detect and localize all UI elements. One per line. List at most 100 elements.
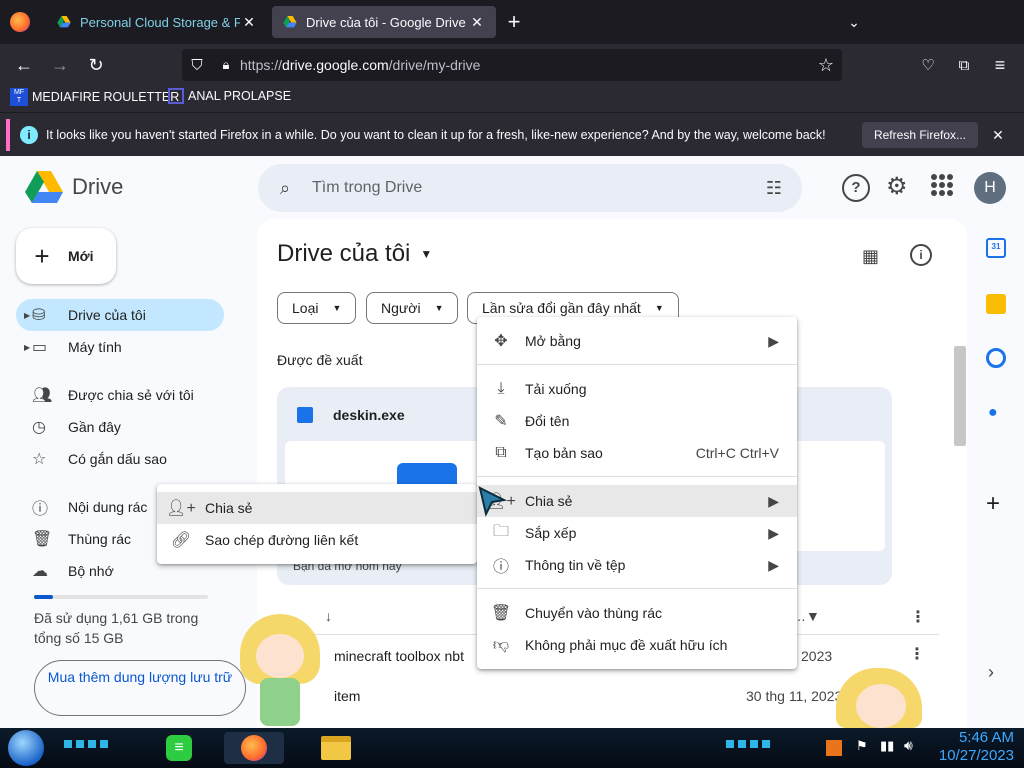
- firefox-menu-icon[interactable]: [10, 12, 30, 32]
- grid-view-icon[interactable]: ▦: [862, 246, 879, 267]
- tab-google-drive[interactable]: Drive của tôi - Google Drive ✕: [272, 6, 496, 38]
- forward-arrow-icon[interactable]: →: [44, 49, 76, 81]
- search-input[interactable]: Tìm trong Drive: [312, 179, 746, 197]
- tasks-icon[interactable]: [986, 348, 1006, 368]
- search-icon[interactable]: ⌕: [258, 178, 312, 199]
- submenu-arrow-icon: ▶: [768, 556, 779, 573]
- tray-app-icon[interactable]: [826, 740, 842, 756]
- apps-grid-icon[interactable]: [931, 174, 953, 196]
- drive-icon: ⛁: [32, 307, 46, 324]
- trash-icon: 🗑︎: [490, 605, 512, 622]
- menu-item-file-info[interactable]: ⓘ Thông tin về tệp ▶: [477, 549, 797, 581]
- buy-storage-button[interactable]: Mua thêm dung lượng lưu trữ: [34, 660, 246, 716]
- tab-title: Drive của tôi - Google Drive: [306, 14, 466, 30]
- help-icon[interactable]: ?: [842, 174, 870, 202]
- google-drive-icon: [283, 16, 297, 28]
- lock-icon[interactable]: 🔒︎: [212, 57, 240, 73]
- reload-icon[interactable]: ↻: [80, 49, 112, 81]
- avatar[interactable]: H: [974, 172, 1006, 204]
- menu-item-label: Mở bằng: [525, 333, 581, 349]
- more-options-icon[interactable]: ⋮: [910, 607, 926, 627]
- filter-people[interactable]: Người ▼: [366, 292, 459, 324]
- chevron-down-icon[interactable]: ⌄: [838, 6, 870, 38]
- sidebar-item-label: Máy tính: [68, 339, 122, 355]
- search-options-icon[interactable]: ☷: [746, 178, 802, 199]
- keep-icon[interactable]: [986, 294, 1006, 314]
- menu-item-share[interactable]: 👤︎+ Chia sẻ: [157, 492, 477, 524]
- sidebar-item-label: Nội dung rác: [68, 499, 148, 515]
- sidebar-item-recent[interactable]: ◷ Gần đây: [16, 411, 224, 443]
- sidebar-item-starred[interactable]: ☆ Có gắn dấu sao: [16, 443, 224, 475]
- suggested-label: Được đề xuất: [277, 352, 363, 368]
- file-date: 2023: [801, 648, 833, 664]
- contacts-icon[interactable]: ●: [988, 404, 998, 422]
- sidebar-item-shared[interactable]: 👥︎ Được chia sẻ với tôi: [16, 379, 224, 411]
- bookmark-mediafire[interactable]: MF T MEDIAFIRE ROULETTER: [10, 88, 179, 106]
- start-button-icon[interactable]: [8, 730, 44, 766]
- bookmark-favicon-icon: [168, 88, 184, 104]
- file-explorer-icon[interactable]: [320, 732, 352, 764]
- firefox-notification-bar: i It looks like you haven't started Fire…: [0, 112, 1024, 156]
- menu-item-rename[interactable]: ✎ Đổi tên: [477, 405, 797, 437]
- more-options-icon[interactable]: ⋮: [909, 644, 925, 664]
- flag-icon[interactable]: ⚑: [856, 738, 868, 754]
- bookmark-star-icon[interactable]: ☆: [818, 55, 834, 76]
- firefox-taskbar-icon[interactable]: [224, 732, 284, 764]
- menu-item-make-copy[interactable]: ⧉ Tạo bản sao Ctrl+C Ctrl+V: [477, 437, 797, 469]
- menu-item-not-helpful[interactable]: 👎︎ Không phải mục đề xuất hữu ích: [477, 629, 797, 661]
- details-info-icon[interactable]: i: [910, 244, 932, 266]
- add-addon-icon[interactable]: +: [986, 490, 1000, 518]
- hamburger-menu-icon[interactable]: ≡: [984, 49, 1016, 81]
- bookmark-label: ANAL PROLAPSE: [188, 89, 292, 103]
- expand-arrow-icon[interactable]: ▶: [24, 311, 30, 320]
- taskbar-clock[interactable]: 5:46 AM 10/27/2023: [930, 729, 1014, 765]
- menu-item-organize[interactable]: 🗀︎ Sắp xếp ▶: [477, 517, 797, 549]
- refresh-firefox-button[interactable]: Refresh Firefox...: [861, 122, 978, 148]
- close-icon[interactable]: ✕: [468, 14, 486, 31]
- submenu-arrow-icon: ▶: [768, 524, 779, 541]
- pocket-icon[interactable]: ♡: [912, 49, 944, 81]
- notes-app-icon[interactable]: ≡: [163, 732, 195, 764]
- new-button[interactable]: + Mới: [16, 228, 116, 284]
- anime-character-sticker: [836, 664, 926, 728]
- menu-item-label: Không phải mục đề xuất hữu ích: [525, 637, 728, 653]
- menu-item-share[interactable]: 👤︎+ Chia sẻ ▶: [477, 485, 797, 517]
- filter-type[interactable]: Loại ▼: [277, 292, 357, 324]
- extensions-icon[interactable]: ⧉: [948, 49, 980, 81]
- menu-item-open-with[interactable]: ✥ Mở bằng ▶: [477, 325, 797, 357]
- chevron-right-icon[interactable]: ›: [988, 662, 994, 683]
- new-tab-icon[interactable]: +: [498, 6, 530, 38]
- sidebar-item-computers[interactable]: ▶ ▭ Máy tính: [16, 331, 224, 363]
- dropdown-arrow-icon: ▼: [420, 247, 433, 261]
- file-date: 30 thg 11, 2023: [746, 688, 843, 704]
- settings-gear-icon[interactable]: ⚙: [886, 172, 908, 201]
- calendar-icon[interactable]: 31: [986, 238, 1006, 258]
- shield-icon[interactable]: ⛉: [182, 57, 212, 74]
- url-bar[interactable]: ⛉ 🔒︎ https://drive.google.com/drive/my-d…: [182, 49, 842, 81]
- sidebar-item-label: Được chia sẻ với tôi: [68, 387, 194, 403]
- drive-logo[interactable]: Drive: [24, 170, 123, 204]
- info-icon: i: [20, 126, 38, 144]
- scrollbar-thumb[interactable]: [954, 346, 966, 446]
- bookmark-second[interactable]: ANAL PROLAPSE: [168, 88, 291, 104]
- plus-icon: +: [34, 240, 50, 271]
- sidebar-item-my-drive[interactable]: ▶ ⛁ Drive của tôi: [16, 299, 224, 331]
- menu-item-copy-link[interactable]: 🔗︎ Sao chép đường liên kết: [157, 524, 477, 556]
- search-bar[interactable]: ⌕ Tìm trong Drive ☷: [258, 164, 802, 212]
- back-arrow-icon[interactable]: ←: [8, 49, 40, 81]
- close-icon[interactable]: ✕: [240, 14, 258, 31]
- network-icon[interactable]: ▮▮: [880, 738, 894, 754]
- expand-arrow-icon[interactable]: ▶: [24, 343, 30, 352]
- bookmark-label: MEDIAFIRE ROULETTER: [32, 90, 180, 104]
- menu-item-move-to-trash[interactable]: 🗑︎ Chuyển vào thùng rác: [477, 597, 797, 629]
- submenu-arrow-icon: ▶: [768, 332, 779, 349]
- volume-icon[interactable]: 🔊︎: [904, 737, 913, 754]
- tab-personal-cloud[interactable]: Personal Cloud Storage & File S ✕: [46, 6, 268, 38]
- menu-item-download[interactable]: ⤓ Tải xuống: [477, 373, 797, 405]
- thumb-down-icon: 👎︎: [492, 636, 510, 654]
- menu-shortcut: Ctrl+C Ctrl+V: [695, 445, 779, 461]
- close-icon[interactable]: ✕: [978, 127, 1018, 144]
- dropdown-arrow-icon: ▼: [434, 303, 444, 313]
- page-title[interactable]: Drive của tôi ▼: [277, 240, 432, 268]
- url-path: /drive/my-drive: [388, 57, 481, 73]
